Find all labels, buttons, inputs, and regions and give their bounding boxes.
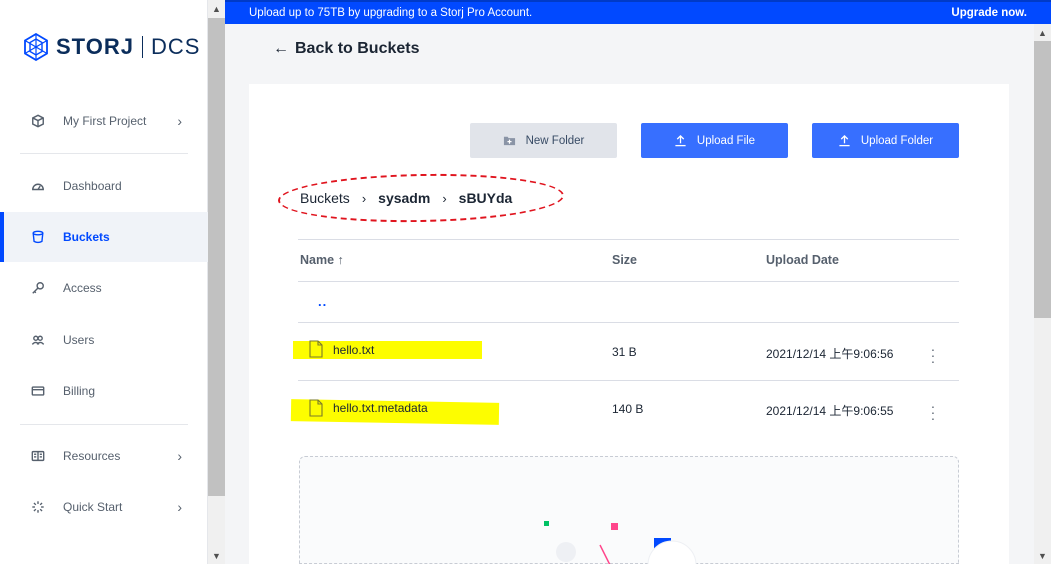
logo-separator bbox=[141, 36, 143, 58]
sidebar-item-dashboard[interactable]: Dashboard bbox=[0, 161, 208, 211]
storj-logo[interactable]: STORJ DCS bbox=[22, 33, 200, 61]
sidebar-item-label: Dashboard bbox=[63, 179, 122, 193]
breadcrumb-folder[interactable]: sBUYda bbox=[459, 190, 513, 206]
breadcrumb-bucket[interactable]: sysadm bbox=[378, 190, 430, 206]
scroll-up-arrow-icon[interactable]: ▲ bbox=[208, 0, 225, 17]
sidebar: STORJ DCS My First Project › Dashboard B… bbox=[0, 0, 208, 564]
parent-directory-link[interactable]: .. bbox=[318, 294, 327, 309]
upload-folder-button[interactable]: Upload Folder bbox=[812, 123, 959, 158]
arrow-left-icon: ← bbox=[273, 40, 289, 57]
scroll-down-arrow-icon[interactable]: ▼ bbox=[208, 547, 225, 564]
sidebar-item-label: Billing bbox=[63, 384, 96, 398]
column-header-date[interactable]: Upload Date bbox=[766, 253, 839, 267]
file-size: 140 B bbox=[612, 402, 644, 416]
sidebar-item-project[interactable]: My First Project › bbox=[0, 96, 208, 146]
file-upload-date: 2021/12/14 上午9:06:56 bbox=[766, 347, 894, 361]
scrollbar-thumb[interactable] bbox=[208, 18, 225, 496]
upload-icon bbox=[675, 134, 686, 147]
divider bbox=[20, 424, 188, 425]
upload-file-button[interactable]: Upload File bbox=[641, 123, 788, 158]
sidebar-scrollbar[interactable]: ▲ ▼ bbox=[208, 0, 225, 564]
logo-product: DCS bbox=[150, 34, 201, 59]
scrollbar-thumb[interactable] bbox=[1034, 41, 1051, 318]
column-header-size[interactable]: Size bbox=[612, 253, 637, 267]
column-header-name[interactable]: Name ↑ bbox=[300, 253, 344, 267]
logo-brand: STORJ bbox=[56, 34, 134, 59]
bucket-icon bbox=[30, 229, 46, 245]
book-icon bbox=[30, 448, 46, 464]
drop-zone-illustration bbox=[544, 521, 697, 564]
new-folder-button[interactable]: New Folder bbox=[470, 123, 617, 158]
table-divider bbox=[298, 281, 959, 282]
file-size: 31 B bbox=[612, 345, 637, 359]
divider bbox=[20, 153, 188, 154]
sidebar-item-quick-start[interactable]: Quick Start › bbox=[0, 482, 208, 532]
sidebar-item-label: Access bbox=[63, 281, 102, 295]
storj-logo-icon bbox=[24, 33, 48, 61]
breadcrumb: Buckets › sysadm › sBUYda bbox=[300, 190, 512, 206]
upload-icon bbox=[839, 134, 850, 147]
table-divider bbox=[298, 239, 959, 240]
sidebar-item-users[interactable]: Users bbox=[0, 315, 208, 365]
sidebar-item-access[interactable]: Access bbox=[0, 263, 208, 313]
users-icon bbox=[30, 332, 46, 348]
sidebar-item-label: My First Project bbox=[63, 114, 147, 128]
upgrade-now-link[interactable]: Upgrade now. bbox=[951, 7, 1027, 19]
table-divider bbox=[298, 322, 959, 323]
chevron-right-icon: › bbox=[177, 448, 182, 464]
scroll-down-arrow-icon[interactable]: ▼ bbox=[1034, 547, 1051, 564]
banner-text: Upload up to 75TB by upgrading to a Stor… bbox=[249, 7, 533, 19]
sidebar-item-resources[interactable]: Resources › bbox=[0, 431, 208, 481]
file-upload-date: 2021/12/14 上午9:06:55 bbox=[766, 404, 894, 418]
upload-folder-label: Upload Folder bbox=[860, 134, 934, 147]
chevron-right-icon: › bbox=[177, 113, 182, 129]
folder-plus-icon bbox=[503, 136, 515, 146]
drop-zone[interactable] bbox=[299, 456, 959, 564]
scroll-up-arrow-icon[interactable]: ▲ bbox=[1034, 24, 1051, 41]
sidebar-item-buckets[interactable]: Buckets bbox=[0, 212, 208, 262]
sidebar-item-billing[interactable]: Billing bbox=[0, 366, 208, 416]
card-icon bbox=[30, 383, 46, 399]
back-to-buckets-link[interactable]: ← Back to Buckets bbox=[273, 40, 420, 58]
sidebar-item-label: Users bbox=[63, 333, 95, 347]
sidebar-item-label: Buckets bbox=[63, 230, 110, 244]
chevron-right-icon: › bbox=[442, 190, 447, 206]
dashboard-icon bbox=[30, 178, 46, 194]
file-name-link[interactable]: hello.txt bbox=[333, 343, 374, 357]
more-options-icon[interactable]: · · · bbox=[928, 399, 938, 425]
key-icon bbox=[30, 280, 46, 296]
new-folder-label: New Folder bbox=[525, 134, 585, 147]
file-icon bbox=[309, 399, 323, 417]
breadcrumb-buckets[interactable]: Buckets bbox=[300, 190, 350, 206]
upload-file-label: Upload File bbox=[696, 134, 756, 147]
sidebar-item-label: Quick Start bbox=[63, 500, 123, 514]
back-label: Back to Buckets bbox=[295, 40, 420, 57]
table-divider bbox=[298, 380, 959, 381]
sidebar-item-label: Resources bbox=[63, 449, 121, 463]
more-options-icon[interactable]: · · · bbox=[928, 342, 938, 368]
file-name-link[interactable]: hello.txt.metadata bbox=[333, 401, 428, 415]
chevron-right-icon: › bbox=[177, 499, 182, 515]
chevron-right-icon: › bbox=[361, 190, 367, 206]
spinner-icon bbox=[30, 499, 46, 515]
box-icon bbox=[30, 113, 46, 129]
file-icon bbox=[309, 340, 323, 358]
main-scrollbar[interactable]: ▲ ▼ bbox=[1034, 24, 1051, 564]
upgrade-banner: Upload up to 75TB by upgrading to a Stor… bbox=[225, 0, 1051, 24]
